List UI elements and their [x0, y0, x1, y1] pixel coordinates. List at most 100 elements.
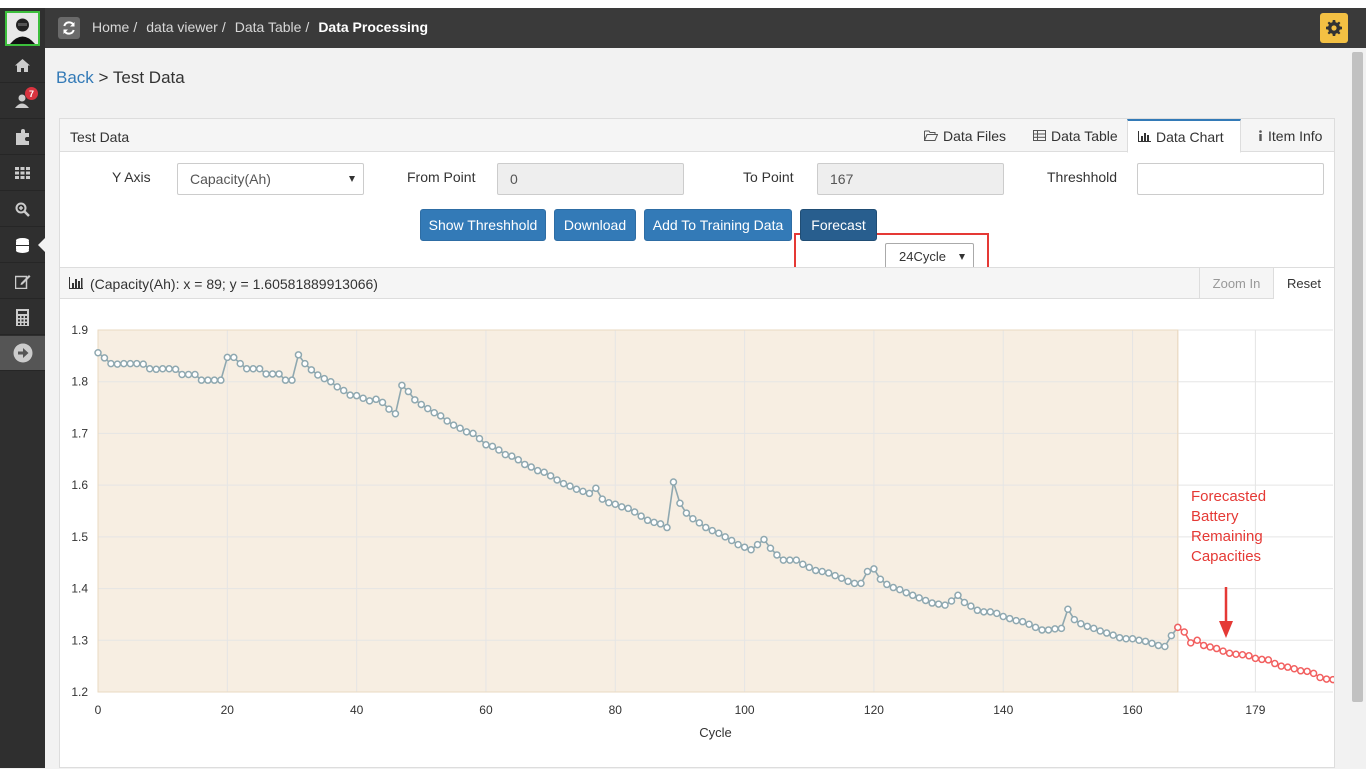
sidebar: 7 — [0, 8, 45, 768]
measured-data-point — [786, 556, 794, 564]
chart-area: 1.2 1.3 1.4 1.5 1.6 1.7 1.8 1.9 0 20 40 60 80 100 120 1… — [60, 299, 1344, 769]
heading-separator: > — [98, 68, 109, 87]
measured-data-point — [1167, 631, 1176, 640]
breadcrumb-home[interactable]: Home — [92, 19, 129, 35]
reset-button[interactable]: Reset — [1273, 268, 1334, 299]
measured-data-point — [417, 400, 426, 409]
sidebar-item-calculator[interactable] — [0, 300, 45, 335]
chevron-down-icon — [959, 254, 965, 260]
measured-data-point — [171, 365, 180, 374]
sidebar-item-database[interactable] — [0, 228, 45, 263]
measured-data-point — [760, 535, 768, 544]
cycle-select[interactable]: 24Cycle — [885, 243, 974, 270]
settings-button[interactable] — [1320, 13, 1348, 43]
sidebar-item-plugins[interactable] — [0, 120, 45, 155]
measured-data-point — [1051, 625, 1059, 633]
measured-data-point — [1038, 626, 1046, 634]
measured-data-point — [1135, 636, 1143, 645]
back-link[interactable]: Back — [56, 68, 94, 87]
top-bar: Home / data viewer / Data Table / Data Proc… — [45, 8, 1366, 48]
page-scrollbar[interactable] — [1350, 48, 1366, 768]
sidebar-item-users[interactable]: 7 — [0, 84, 45, 119]
tab-label: Data Chart — [1156, 128, 1224, 145]
add-to-training-button[interactable]: Add To Training Data — [644, 209, 792, 241]
measured-data-point — [837, 574, 846, 582]
panel-title: Test Data — [70, 129, 130, 145]
tab-data-table[interactable]: Data Table — [1023, 119, 1128, 152]
calculator-icon — [16, 308, 29, 326]
from-point-value: 0 — [510, 171, 518, 187]
chevron-down-icon — [349, 176, 355, 182]
measured-data-point — [262, 370, 270, 378]
active-caret — [38, 238, 45, 252]
chart-settings-form: Y Axis Capacity(Ah) From Point 0 To Poin… — [60, 152, 1334, 285]
measured-data-point — [1122, 634, 1130, 643]
capacity-chart[interactable]: 1.2 1.3 1.4 1.5 1.6 1.7 1.8 1.9 0 20 40 60 80 100 120 1… — [60, 299, 1344, 749]
forecast-data-point — [1296, 667, 1305, 675]
measured-data-point — [449, 421, 458, 429]
x-tick-label: 179 — [1245, 703, 1265, 717]
measured-data-point — [896, 585, 904, 594]
forecast-data-point — [1309, 669, 1318, 678]
to-point-input[interactable]: 167 — [817, 163, 1004, 195]
zoom-in-button[interactable]: Zoom In — [1199, 268, 1273, 299]
forecast-data-point — [1186, 639, 1195, 647]
refresh-icon — [63, 21, 75, 35]
measured-data-point — [663, 523, 671, 532]
sidebar-item-zoom[interactable] — [0, 192, 45, 227]
forecast-data-point — [1180, 628, 1189, 636]
measured-data-point — [152, 365, 160, 374]
table-icon — [1033, 130, 1046, 141]
y-tick-label: 1.4 — [71, 582, 88, 596]
measured-data-point — [443, 417, 451, 425]
measured-data-point — [831, 571, 839, 580]
threshold-input[interactable] — [1137, 163, 1324, 195]
forecast-button[interactable]: Forecast — [800, 209, 877, 241]
measured-data-point — [158, 365, 167, 373]
measured-data-point — [475, 434, 484, 443]
sidebar-item-expand[interactable] — [0, 336, 45, 371]
measured-data-point — [708, 526, 717, 535]
measured-data-point — [372, 395, 380, 404]
measured-data-point — [1141, 637, 1150, 646]
measured-data-point — [184, 370, 193, 379]
download-button[interactable]: Download — [554, 209, 636, 241]
tab-item-info[interactable]: Item Info — [1248, 119, 1332, 152]
y-axis-select[interactable]: Capacity(Ah) — [177, 163, 364, 195]
scrollbar-thumb[interactable] — [1352, 52, 1363, 702]
tab-data-chart[interactable]: Data Chart — [1127, 119, 1241, 153]
measured-data-point — [100, 354, 109, 362]
measured-data-point — [818, 567, 826, 576]
measured-data-point — [527, 463, 535, 471]
measured-data-point — [572, 485, 581, 494]
breadcrumb-data-table[interactable]: Data Table — [235, 19, 302, 35]
measured-data-point — [1115, 633, 1124, 642]
sidebar-item-grid[interactable] — [0, 156, 45, 191]
measured-data-point — [857, 579, 865, 588]
forecast-data-point — [1199, 641, 1208, 650]
measured-data-point — [391, 410, 400, 418]
refresh-button[interactable] — [58, 17, 80, 39]
measured-data-point — [145, 365, 154, 373]
breadcrumb-separator: / — [133, 19, 138, 35]
sidebar-item-edit[interactable] — [0, 264, 45, 299]
chart-toolbar: (Capacity(Ah): x = 89; y = 1.60581889913… — [60, 267, 1334, 299]
measured-data-point — [721, 533, 729, 541]
measured-data-point — [352, 391, 361, 400]
from-point-input[interactable]: 0 — [497, 163, 684, 195]
measured-data-point — [1031, 623, 1040, 632]
forecast-data-point — [1316, 673, 1324, 682]
from-point-label: From Point — [407, 169, 476, 185]
breadcrumb-separator: / — [305, 19, 310, 35]
avatar[interactable] — [5, 11, 40, 46]
panel-header: Test Data Data Files Data Table Data Cha… — [60, 119, 1334, 153]
sidebar-item-home[interactable] — [0, 48, 45, 83]
y-tick-label: 1.6 — [71, 478, 88, 492]
tab-data-files[interactable]: Data Files — [914, 119, 1016, 152]
avatar-image — [7, 13, 38, 44]
cycle-select-value: 24Cycle — [899, 249, 946, 264]
breadcrumb-data-viewer[interactable]: data viewer — [146, 19, 218, 35]
show-threshold-button[interactable]: Show Threshhold — [420, 209, 546, 241]
measured-data-point — [501, 450, 510, 459]
forecast-data-point — [1271, 659, 1279, 668]
